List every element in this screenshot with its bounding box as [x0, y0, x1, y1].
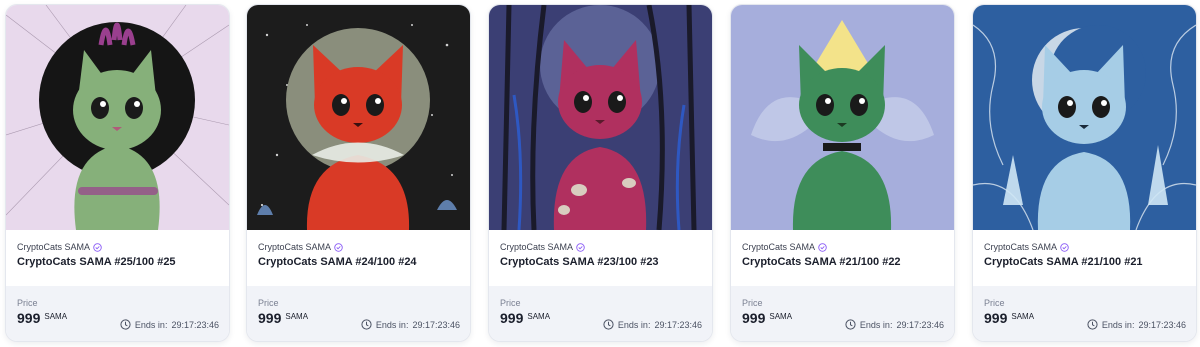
- price-value: 999: [742, 310, 766, 326]
- price-currency: SAMA: [769, 312, 793, 321]
- collection-name[interactable]: CryptoCats SAMA: [500, 242, 585, 252]
- price-value: 999: [17, 310, 41, 326]
- price-label: Price: [500, 298, 521, 308]
- verified-icon: [818, 242, 827, 252]
- price-label: Price: [984, 298, 1005, 308]
- auction-countdown: Ends in: 29:17:23:46: [1087, 319, 1186, 330]
- nft-info: CryptoCats SAMA CryptoCats SAMA #23/100 …: [489, 230, 712, 286]
- price-currency: SAMA: [44, 312, 68, 321]
- nft-card-22[interactable]: CryptoCats SAMA CryptoCats SAMA #21/100 …: [730, 4, 955, 342]
- price-label: Price: [17, 298, 38, 308]
- price-footer: Price 999 SAMA Ends in: 29:17:23:46: [489, 286, 712, 341]
- collection-label: CryptoCats SAMA: [17, 242, 91, 252]
- verified-icon: [334, 242, 343, 252]
- collection-label: CryptoCats SAMA: [258, 242, 332, 252]
- price-currency: SAMA: [285, 312, 309, 321]
- clock-icon: [361, 319, 372, 330]
- nft-artwork[interactable]: [6, 5, 229, 230]
- collection-name[interactable]: CryptoCats SAMA: [17, 242, 102, 252]
- clock-icon: [603, 319, 614, 330]
- price-footer: Price 999 SAMA Ends in: 29:17:23:46: [6, 286, 229, 341]
- ends-value: 29:17:23:46: [654, 319, 702, 330]
- nft-artwork[interactable]: [489, 5, 712, 230]
- price-value: 999: [258, 310, 282, 326]
- nft-title[interactable]: CryptoCats SAMA #25/100 #25: [17, 256, 176, 268]
- price-currency: SAMA: [1011, 312, 1035, 321]
- price-value: 999: [984, 310, 1008, 326]
- nft-info: CryptoCats SAMA CryptoCats SAMA #21/100 …: [731, 230, 954, 286]
- verified-icon: [93, 242, 102, 252]
- nft-title[interactable]: CryptoCats SAMA #24/100 #24: [258, 256, 417, 268]
- ends-label: Ends in:: [134, 319, 168, 330]
- nft-artwork[interactable]: [731, 5, 954, 230]
- ends-value: 29:17:23:46: [171, 319, 219, 330]
- clock-icon: [120, 319, 131, 330]
- price-footer: Price 999 SAMA Ends in: 29:17:23:46: [247, 286, 470, 341]
- nft-title[interactable]: CryptoCats SAMA #21/100 #22: [742, 256, 901, 268]
- nft-artwork[interactable]: [247, 5, 470, 230]
- nft-info: CryptoCats SAMA CryptoCats SAMA #21/100 …: [973, 230, 1196, 286]
- clock-icon: [845, 319, 856, 330]
- collection-name[interactable]: CryptoCats SAMA: [742, 242, 827, 252]
- ends-label: Ends in:: [859, 319, 893, 330]
- price-label: Price: [258, 298, 279, 308]
- verified-icon: [1060, 242, 1069, 252]
- price-value: 999: [500, 310, 524, 326]
- collection-name[interactable]: CryptoCats SAMA: [258, 242, 343, 252]
- ends-label: Ends in:: [1101, 319, 1135, 330]
- price: 999 SAMA: [17, 310, 67, 326]
- price-currency: SAMA: [527, 312, 551, 321]
- price-footer: Price 999 SAMA Ends in: 29:17:23:46: [973, 286, 1196, 341]
- nft-card-21[interactable]: CryptoCats SAMA CryptoCats SAMA #21/100 …: [972, 4, 1197, 342]
- price: 999 SAMA: [500, 310, 550, 326]
- nft-title[interactable]: CryptoCats SAMA #23/100 #23: [500, 256, 659, 268]
- nft-info: CryptoCats SAMA CryptoCats SAMA #25/100 …: [6, 230, 229, 286]
- price: 999 SAMA: [742, 310, 792, 326]
- price-footer: Price 999 SAMA Ends in: 29:17:23:46: [731, 286, 954, 341]
- ends-value: 29:17:23:46: [1138, 319, 1186, 330]
- collection-label: CryptoCats SAMA: [742, 242, 816, 252]
- auction-countdown: Ends in: 29:17:23:46: [603, 319, 702, 330]
- nft-listing-grid: CryptoCats SAMA CryptoCats SAMA #25/100 …: [0, 0, 1200, 347]
- price: 999 SAMA: [984, 310, 1034, 326]
- nft-card-24[interactable]: CryptoCats SAMA CryptoCats SAMA #24/100 …: [246, 4, 471, 342]
- nft-card-23[interactable]: CryptoCats SAMA CryptoCats SAMA #23/100 …: [488, 4, 713, 342]
- clock-icon: [1087, 319, 1098, 330]
- collection-name[interactable]: CryptoCats SAMA: [984, 242, 1069, 252]
- ends-label: Ends in:: [617, 319, 651, 330]
- nft-artwork[interactable]: [973, 5, 1196, 230]
- nft-card-25[interactable]: CryptoCats SAMA CryptoCats SAMA #25/100 …: [5, 4, 230, 342]
- ends-value: 29:17:23:46: [896, 319, 944, 330]
- price: 999 SAMA: [258, 310, 308, 326]
- ends-value: 29:17:23:46: [412, 319, 460, 330]
- ends-label: Ends in:: [375, 319, 409, 330]
- nft-info: CryptoCats SAMA CryptoCats SAMA #24/100 …: [247, 230, 470, 286]
- nft-title[interactable]: CryptoCats SAMA #21/100 #21: [984, 256, 1143, 268]
- verified-icon: [576, 242, 585, 252]
- auction-countdown: Ends in: 29:17:23:46: [361, 319, 460, 330]
- price-label: Price: [742, 298, 763, 308]
- collection-label: CryptoCats SAMA: [984, 242, 1058, 252]
- auction-countdown: Ends in: 29:17:23:46: [845, 319, 944, 330]
- collection-label: CryptoCats SAMA: [500, 242, 574, 252]
- auction-countdown: Ends in: 29:17:23:46: [120, 319, 219, 330]
